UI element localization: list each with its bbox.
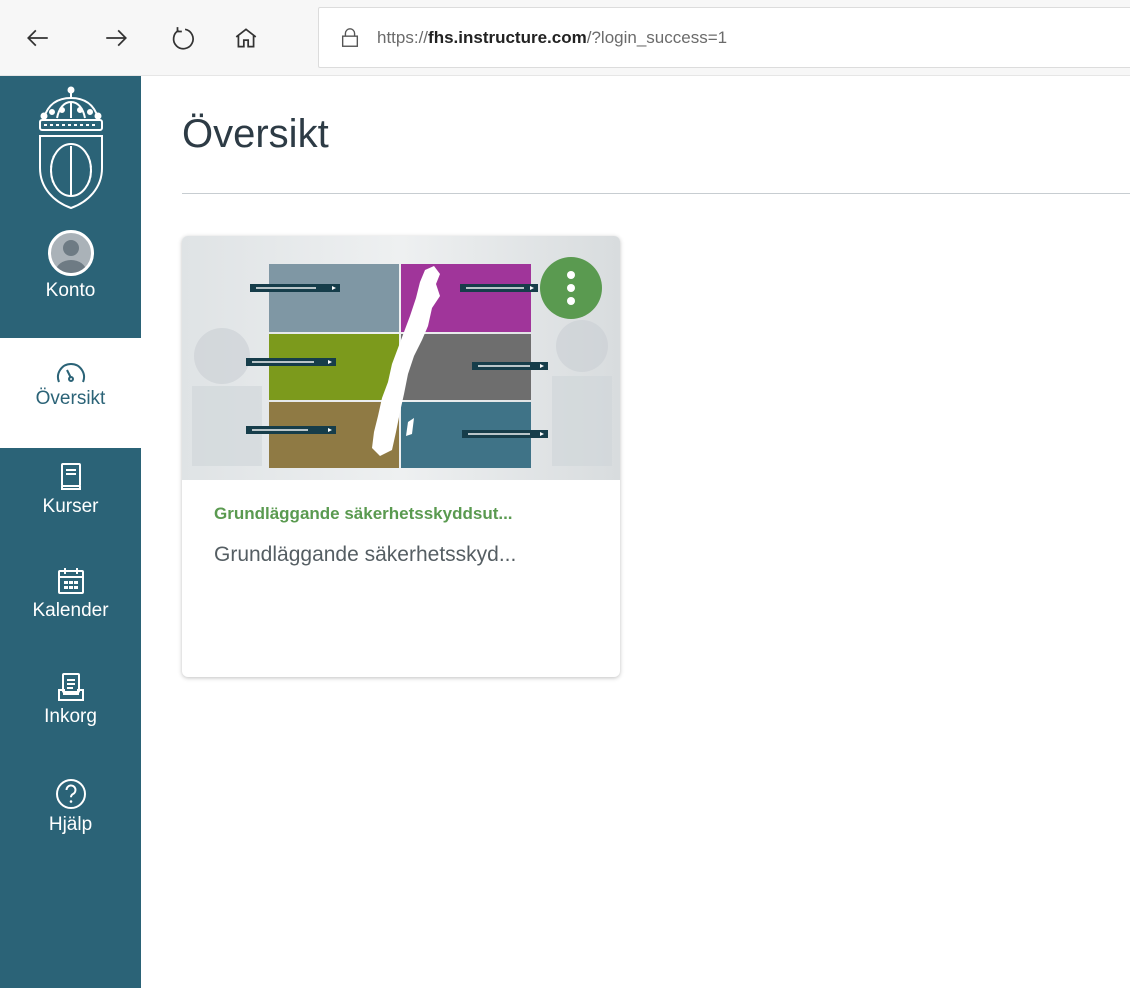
back-button[interactable]: [18, 16, 58, 60]
nav-label-hjalp: Hjälp: [48, 814, 93, 835]
course-card-subtitle: Grundläggande säkerhetsskyd...: [214, 543, 517, 566]
forward-arrow-icon: [106, 29, 127, 47]
nav-label-oversikt: Översikt: [35, 388, 106, 409]
browser-toolbar: https://fhs.instructure.com/?login_succe…: [0, 0, 1130, 76]
more-dots-icon-dot: [567, 284, 575, 292]
more-dots-icon: [567, 271, 575, 279]
nav-item-konto[interactable]: Konto: [0, 226, 141, 338]
nav-label-kurser: Kurser: [42, 496, 99, 517]
global-navigation: Konto Översikt Kurser Kalender Inkorg Hj…: [0, 76, 141, 988]
reload-icon: [172, 27, 194, 50]
nav-label-kalender: Kalender: [32, 600, 109, 621]
title-divider: [182, 193, 1130, 194]
nav-label-konto: Konto: [45, 280, 96, 301]
reload-button[interactable]: [164, 16, 204, 60]
inbox-icon: [57, 673, 84, 701]
forward-button[interactable]: [96, 16, 136, 60]
nav-label-inkorg: Inkorg: [44, 706, 97, 727]
nav-item-hjalp[interactable]: Hjälp: [0, 778, 141, 874]
course-card[interactable]: Grundläggande säkerhetsskyddsut... Grund…: [182, 236, 620, 677]
book-icon: [60, 463, 81, 490]
crown-crest-icon: [38, 86, 103, 210]
home-button[interactable]: [226, 16, 266, 60]
nav-item-inkorg[interactable]: Inkorg: [0, 672, 141, 768]
calendar-icon: [57, 568, 84, 594]
nav-item-oversikt[interactable]: Översikt: [0, 338, 141, 448]
lock-icon: [341, 27, 359, 47]
help-icon: [55, 779, 86, 809]
home-icon: [235, 28, 257, 48]
more-dots-icon-dot: [567, 297, 575, 305]
dashboard-icon: [56, 363, 85, 383]
institution-logo[interactable]: [0, 76, 141, 221]
nav-item-kurser[interactable]: Kurser: [0, 462, 141, 558]
url-text: https://fhs.instructure.com/?login_succe…: [377, 27, 728, 47]
card-options-button[interactable]: [540, 257, 602, 319]
page-title: Översikt: [182, 112, 329, 156]
address-bar[interactable]: https://fhs.instructure.com/?login_succe…: [318, 7, 1130, 68]
avatar-icon: [47, 230, 94, 276]
course-card-title[interactable]: Grundläggande säkerhetsskyddsut...: [214, 504, 604, 524]
nav-item-kalender[interactable]: Kalender: [0, 566, 141, 662]
back-arrow-icon: [27, 29, 48, 47]
